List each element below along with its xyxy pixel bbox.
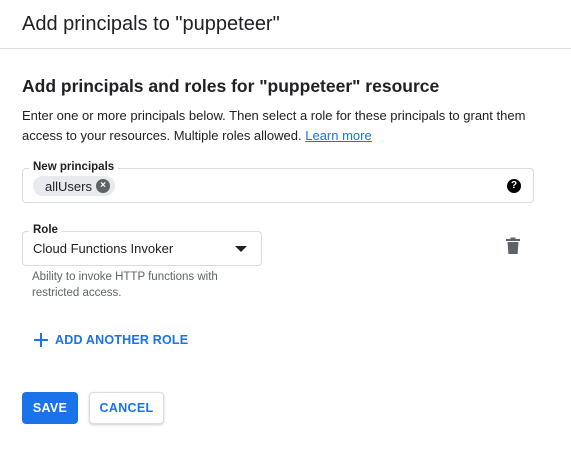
role-label: Role bbox=[29, 223, 62, 237]
description-text: Enter one or more principals below. Then… bbox=[22, 108, 526, 143]
new-principals-input[interactable]: New principals allUsers × ? bbox=[22, 160, 534, 203]
new-principals-label: New principals bbox=[29, 160, 119, 174]
principal-chip[interactable]: allUsers × bbox=[33, 176, 115, 196]
cancel-button[interactable]: CANCEL bbox=[89, 392, 164, 424]
dropdown-arrow-icon bbox=[235, 246, 247, 252]
add-another-role-button[interactable]: ADD ANOTHER ROLE bbox=[34, 330, 188, 350]
dialog-header: Add principals to "puppeteer" bbox=[0, 0, 571, 49]
add-another-role-label: ADD ANOTHER ROLE bbox=[55, 333, 189, 347]
section-title: Add principals and roles for "puppeteer"… bbox=[22, 76, 440, 96]
save-button[interactable]: SAVE bbox=[22, 392, 78, 424]
role-select[interactable]: Role Cloud Functions Invoker bbox=[22, 223, 262, 266]
trash-icon[interactable] bbox=[505, 237, 521, 255]
role-selected-value: Cloud Functions Invoker bbox=[33, 241, 174, 256]
dialog-title: Add principals to "puppeteer" bbox=[22, 13, 280, 35]
role-hint: Ability to invoke HTTP functions with re… bbox=[32, 271, 218, 299]
principal-chip-label: allUsers bbox=[45, 178, 92, 194]
help-circle-icon[interactable]: ? bbox=[507, 179, 521, 193]
learn-more-link[interactable]: Learn more bbox=[305, 128, 371, 143]
plus-icon bbox=[34, 333, 48, 347]
section-description: Enter one or more principals below. Then… bbox=[22, 106, 542, 146]
cancel-circle-icon[interactable]: × bbox=[96, 179, 110, 193]
